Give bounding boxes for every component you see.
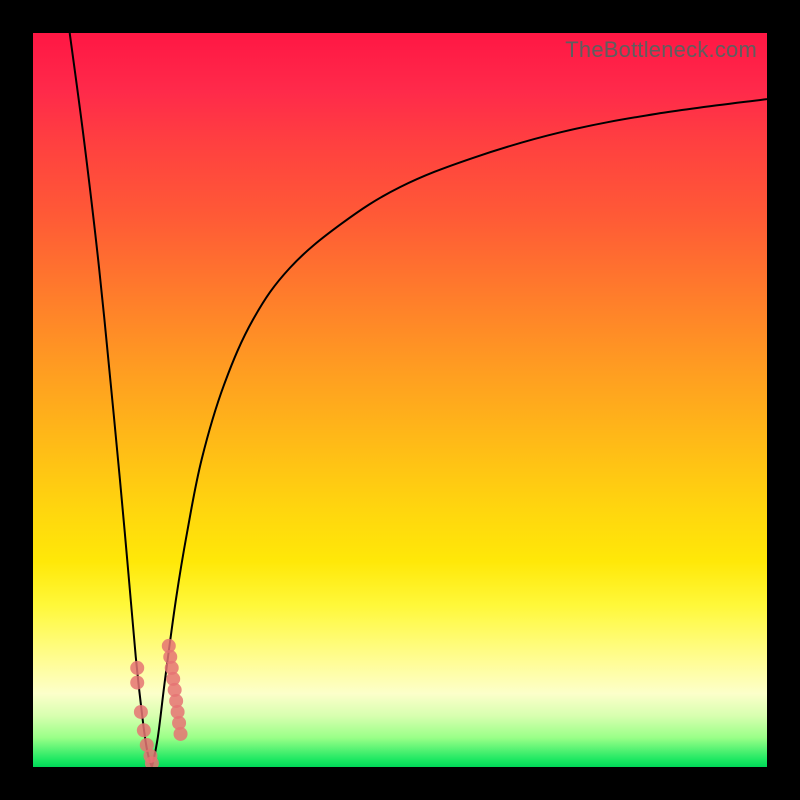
data-point [137, 723, 151, 737]
bottleneck-chart-svg [33, 33, 767, 767]
chart-container: TheBottleneck.com [0, 0, 800, 800]
curve-bottleneck-curve-left [70, 33, 152, 767]
data-point [174, 727, 188, 741]
plot-area: TheBottleneck.com [33, 33, 767, 767]
data-point [130, 676, 144, 690]
curve-bottleneck-curve-right [152, 99, 767, 767]
data-point [130, 661, 144, 675]
data-point [134, 705, 148, 719]
